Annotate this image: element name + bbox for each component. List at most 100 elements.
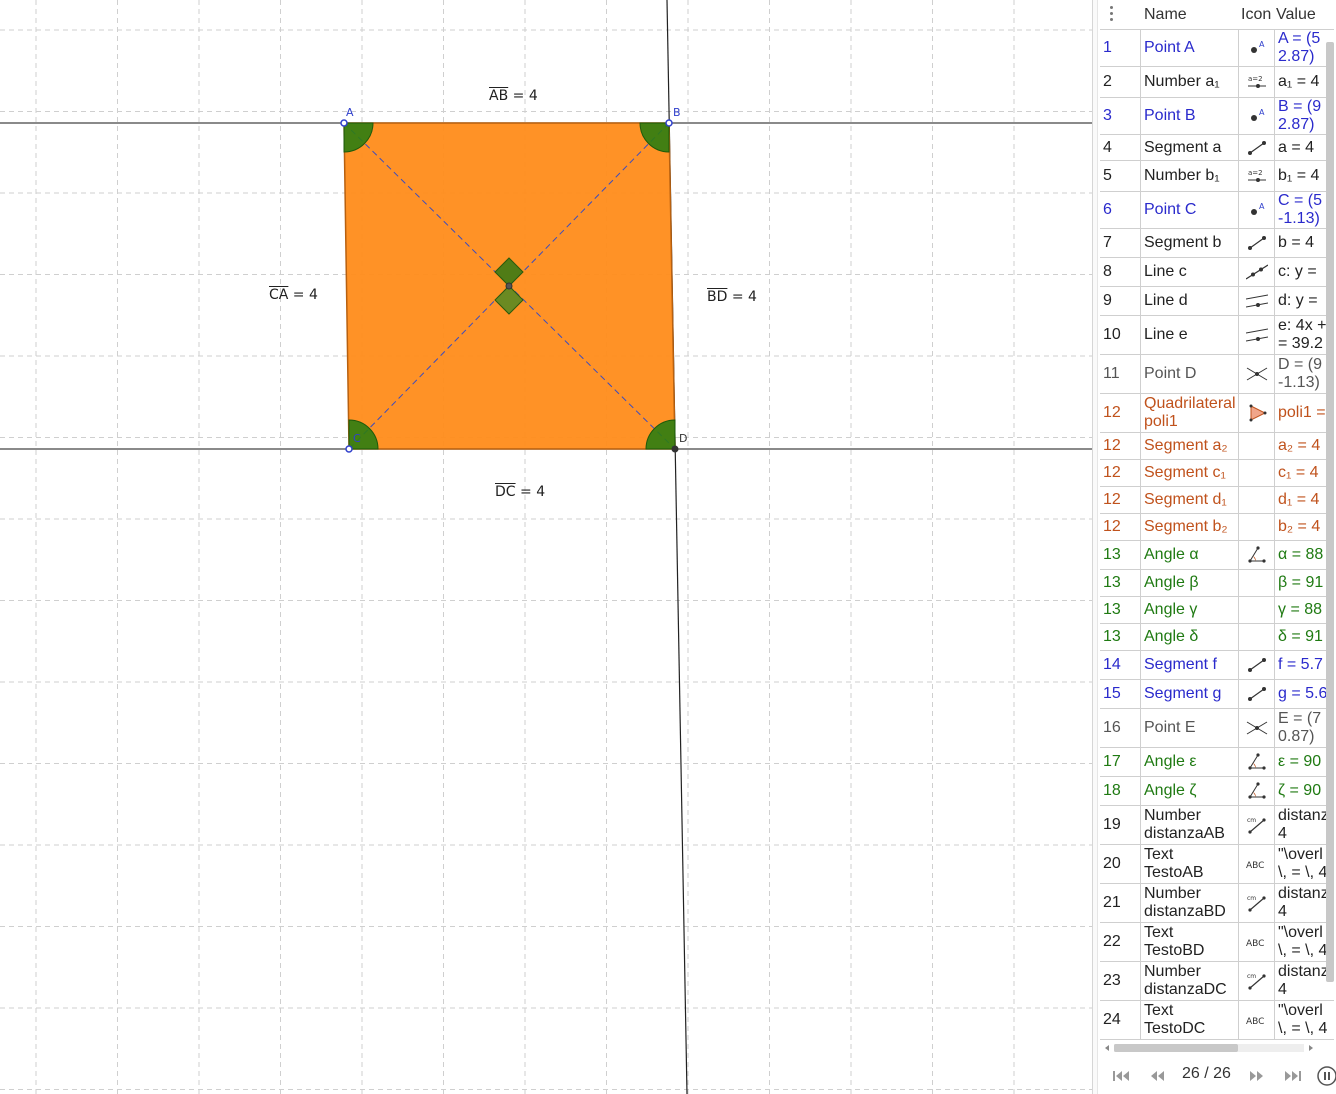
table-row[interactable]: 12 Segment c₁ c₁ = 4 (1100, 460, 1334, 487)
row-value: D = (9 -1.13) (1274, 355, 1334, 393)
construction-protocol[interactable]: Name Icon Value 1 Point A A A = (5 2.87) 2 Nu… (1098, 0, 1336, 1094)
row-step-number: 11 (1103, 365, 1120, 382)
row-name: Line e (1140, 316, 1238, 354)
row-icon-empty (1238, 597, 1274, 623)
table-row[interactable]: 18 Angle ζ ζ = 90 (1100, 777, 1334, 806)
table-row[interactable]: 1 Point A A A = (5 2.87) (1100, 30, 1334, 67)
table-row[interactable]: 3 Point B A B = (9 2.87) (1100, 98, 1334, 135)
table-row[interactable]: 21 Number distanzaBD cm distanz 4 (1100, 884, 1334, 923)
row-value: c₁ = 4 (1274, 460, 1334, 486)
table-row[interactable]: 19 Number distanzaAB cm distanz 4 (1100, 806, 1334, 845)
table-row[interactable]: 24 Text TestoDC ABC "\overl \, = \, 4 (1100, 1001, 1334, 1040)
row-value: distanz 4 (1274, 962, 1334, 1000)
play-pause-button[interactable] (1316, 1064, 1336, 1088)
label-bd[interactable]: BD = 4 (707, 289, 757, 305)
row-name: Number a₁ (1140, 67, 1238, 97)
text-icon: ABC (1238, 845, 1274, 883)
table-row[interactable]: 2 Number a₁ a=2 a₁ = 4 (1100, 67, 1334, 98)
scroll-left-icon[interactable] (1102, 1042, 1112, 1054)
table-row[interactable]: 13 Angle β β = 91 (1100, 570, 1334, 597)
row-name: Text TestoDC (1140, 1001, 1238, 1039)
column-menu-icon[interactable] (1110, 6, 1114, 24)
table-row[interactable]: 23 Number distanzaDC cm distanz 4 (1100, 962, 1334, 1001)
table-row[interactable]: 16 Point E E = (7 0.87) (1100, 709, 1334, 748)
table-row[interactable]: 17 Angle ε ε = 90 (1100, 748, 1334, 777)
row-value: δ = 91 (1274, 624, 1334, 650)
table-row[interactable]: 9 Line d d: y = (1100, 287, 1334, 316)
row-name: Segment a (1140, 135, 1238, 160)
table-row[interactable]: 12 Segment a₂ a₂ = 4 (1100, 433, 1334, 460)
header-name[interactable]: Name (1144, 6, 1187, 24)
last-step-button[interactable] (1280, 1064, 1306, 1088)
table-row[interactable]: 12 Segment d₁ d₁ = 4 (1100, 487, 1334, 514)
table-row[interactable]: 13 Angle δ δ = 91 (1100, 624, 1334, 651)
table-row[interactable]: 13 Angle γ γ = 88 (1100, 597, 1334, 624)
table-row[interactable]: 12 Segment b₂ b₂ = 4 (1100, 514, 1334, 541)
geometry-canvas[interactable] (0, 0, 1092, 1094)
row-name: Text TestoAB (1140, 845, 1238, 883)
row-value: B = (9 2.87) (1274, 98, 1334, 134)
row-name: Line c (1140, 258, 1238, 286)
row-value: a₂ = 4 (1274, 433, 1334, 459)
table-row[interactable]: 8 Line c c: y = (1100, 258, 1334, 287)
horizontal-scroll-thumb[interactable] (1114, 1044, 1238, 1052)
table-row[interactable]: 13 Angle α α = 88 (1100, 541, 1334, 570)
row-value: e: 4x + = 39.2 (1274, 316, 1334, 354)
previous-step-button[interactable] (1144, 1064, 1170, 1088)
table-row[interactable]: 5 Number b₁ a=2 b₁ = 4 (1100, 161, 1334, 192)
table-row[interactable]: 11 Point D D = (9 -1.13) (1100, 355, 1334, 394)
row-step-number: 8 (1103, 263, 1112, 280)
table-row[interactable]: 12 Quadrilateral poli1 poli1 = (1100, 394, 1334, 433)
point-icon: A (1238, 192, 1274, 228)
graphics-view[interactable]: A B C D AB = 4 CA = 4 BD = 4 DC = 4 (0, 0, 1092, 1094)
header-icon[interactable]: Icon (1241, 6, 1271, 24)
table-row[interactable]: 4 Segment a a = 4 (1100, 135, 1334, 161)
label-ca[interactable]: CA = 4 (269, 287, 318, 303)
row-step-number: 4 (1103, 138, 1112, 156)
scroll-right-icon[interactable] (1306, 1042, 1316, 1054)
point-b[interactable] (665, 119, 673, 127)
point-a[interactable] (340, 119, 348, 127)
row-step-number: 12 (1103, 491, 1121, 508)
table-row[interactable]: 20 Text TestoAB ABC "\overl \, = \, 4 (1100, 845, 1334, 884)
point-d[interactable] (671, 445, 679, 453)
row-value: E = (7 0.87) (1274, 709, 1334, 747)
table-row[interactable]: 15 Segment g g = 5.6 (1100, 680, 1334, 709)
row-value: poli1 = (1274, 394, 1334, 432)
label-dc[interactable]: DC = 4 (495, 484, 545, 500)
intersect-icon (1238, 709, 1274, 747)
last-step-icon (1285, 1071, 1301, 1081)
table-row[interactable]: 14 Segment f f = 5.7 (1100, 651, 1334, 680)
row-name: Angle ζ (1140, 777, 1238, 805)
table-row[interactable]: 10 Line e e: 4x + = 39.2 (1100, 316, 1334, 355)
first-step-button[interactable] (1108, 1064, 1134, 1088)
row-value: a = 4 (1274, 135, 1334, 160)
segment-icon (1238, 135, 1274, 160)
row-value: b = 4 (1274, 229, 1334, 257)
table-row[interactable]: 6 Point C A C = (5 -1.13) (1100, 192, 1334, 229)
vertical-scroll-thumb[interactable] (1326, 42, 1334, 982)
slider-icon: a=2 (1238, 161, 1274, 191)
parallel-icon (1238, 316, 1274, 354)
point-e[interactable] (505, 282, 513, 290)
svg-text:ABC: ABC (1246, 861, 1264, 871)
table-row[interactable]: 7 Segment b b = 4 (1100, 229, 1334, 258)
label-ab[interactable]: AB = 4 (489, 88, 538, 104)
row-value: f = 5.7 (1274, 651, 1334, 679)
header-value[interactable]: Value (1276, 6, 1316, 24)
table-row[interactable]: 22 Text TestoBD ABC "\overl \, = \, 4 (1100, 923, 1334, 962)
vertical-scrollbar[interactable] (1326, 32, 1334, 1040)
row-value: d₁ = 4 (1274, 487, 1334, 513)
horizontal-scrollbar[interactable] (1102, 1042, 1316, 1054)
distance-icon: cm (1238, 962, 1274, 1000)
row-value: C = (5 -1.13) (1274, 192, 1334, 228)
next-step-button[interactable] (1244, 1064, 1270, 1088)
row-step-number: 12 (1103, 464, 1121, 481)
row-name: Segment g (1140, 680, 1238, 708)
svg-text:cm: cm (1247, 817, 1256, 824)
row-name: Segment b₂ (1140, 514, 1238, 540)
point-b-label: B (673, 106, 681, 119)
row-value: b₁ = 4 (1274, 161, 1334, 191)
point-c[interactable] (345, 445, 353, 453)
point-a-label: A (346, 106, 354, 119)
